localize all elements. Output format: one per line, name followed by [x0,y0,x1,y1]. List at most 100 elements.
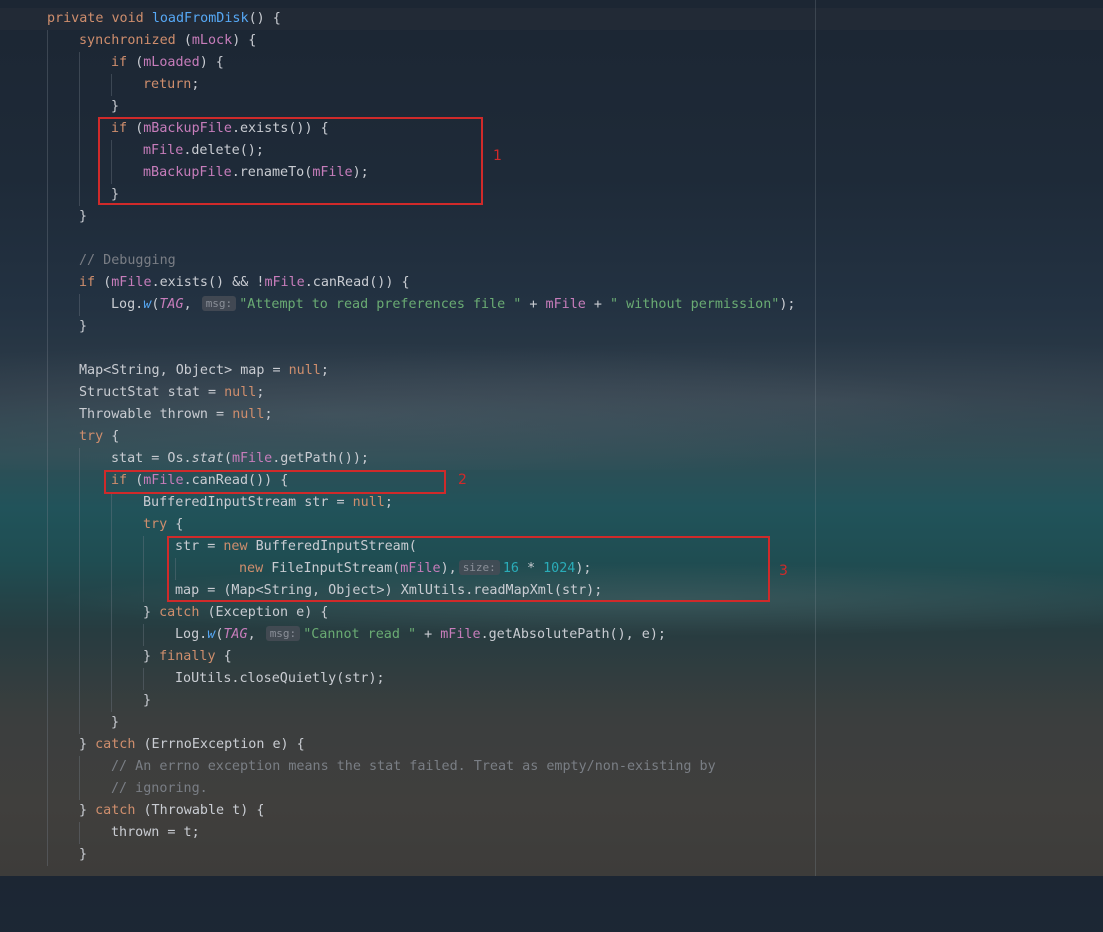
code-text: ( [183,33,192,48]
code-line: } [0,316,1103,338]
indent-guide [47,404,48,426]
code-text: (ErrnoException e) { [143,737,305,752]
indent-guide [79,778,80,800]
keyword: catch [95,803,144,818]
indent-guide [79,492,80,514]
keyword: private void [47,11,152,26]
code-line: try { [0,426,1103,448]
code-line: BufferedInputStream str = null; [0,492,1103,514]
code-line: if (mLoaded) { [0,52,1103,74]
keyword: try [143,517,176,532]
indent-guide [47,580,48,602]
code-text: } [79,847,88,862]
code-text: IoUtils.closeQuietly(str); [175,671,385,686]
constant-ref: TAG [223,627,248,642]
code-text: + [521,297,546,312]
annotation-label-1: 1 [493,148,502,164]
code-text: ); [779,297,796,312]
code-text: , [183,297,200,312]
indent-guide [47,316,48,338]
code-line: thrown = t; [0,822,1103,844]
indent-guide [47,822,48,844]
code-text: ( [223,451,232,466]
code-line: } [0,712,1103,734]
indent-guide [47,382,48,404]
indent-guide [111,624,112,646]
indent-guide [47,162,48,184]
code-text: Map<String, Object> map = [79,363,289,378]
method-name: stat [191,451,224,466]
code-text: Log. [111,297,144,312]
code-line: } [0,844,1103,866]
code-text: ; [191,77,200,92]
indent-guide [47,668,48,690]
code-text: { [175,517,184,532]
keyword: null [224,385,257,400]
indent-guide [47,492,48,514]
code-text: } [143,605,160,620]
code-line: try { [0,514,1103,536]
indent-guide [111,668,112,690]
indent-guide [111,646,112,668]
indent-guide [79,668,80,690]
code-line: StructStat stat = null; [0,382,1103,404]
indent-guide [79,536,80,558]
code-text: } [79,319,88,334]
field-ref: mLoaded [143,55,200,70]
indent-guide [143,624,144,646]
indent-guide [79,448,80,470]
code-text: stat = Os. [111,451,192,466]
indent-guide [111,514,112,536]
indent-guide [79,96,80,118]
field-ref: mFile [111,275,152,290]
annotation-label-2: 2 [458,472,467,488]
indent-guide [47,712,48,734]
code-text: } [79,803,96,818]
code-line: Map<String, Object> map = null; [0,360,1103,382]
parameter-hint: msg: [265,626,301,641]
code-line: } catch (ErrnoException e) { [0,734,1103,756]
code-line: // An errno exception means the stat fai… [0,756,1103,778]
indent-guide [47,558,48,580]
indent-guide [47,30,48,52]
indent-guide [79,558,80,580]
indent-guide [47,140,48,162]
indent-guide [79,162,80,184]
annotation-box-2 [104,470,446,494]
indent-guide [47,426,48,448]
keyword: if [111,55,136,70]
code-text: (Throwable t) { [143,803,265,818]
code-text: } [79,209,88,224]
string-literal: "Attempt to read preferences file " [239,297,522,312]
code-text: { [111,429,120,444]
indent-guide [79,756,80,778]
code-text: , [247,627,264,642]
code-text: StructStat stat = [79,385,225,400]
string-literal: "Cannot read " [303,627,417,642]
indent-guide [47,844,48,866]
indent-guide [79,624,80,646]
indent-guide [79,580,80,602]
code-text: + [585,297,611,312]
indent-guide [47,756,48,778]
keyword: finally [159,649,224,664]
code-text: } [143,649,160,664]
code-text: .exists() && ! [151,275,265,290]
code-line: IoUtils.closeQuietly(str); [0,668,1103,690]
indent-guide [47,602,48,624]
indent-guide [47,646,48,668]
keyword: catch [159,605,208,620]
code-line: // ignoring. [0,778,1103,800]
string-literal: " without permission" [610,297,780,312]
code-text: ; [264,407,273,422]
indent-guide [79,712,80,734]
indent-guide [143,558,144,580]
field-ref: mFile [264,275,305,290]
keyword: null [288,363,321,378]
comment: // ignoring. [111,781,208,796]
indent-guide [143,580,144,602]
keyword: return [143,77,192,92]
indent-guide [79,470,80,492]
indent-guide [47,360,48,382]
code-text: { [223,649,232,664]
